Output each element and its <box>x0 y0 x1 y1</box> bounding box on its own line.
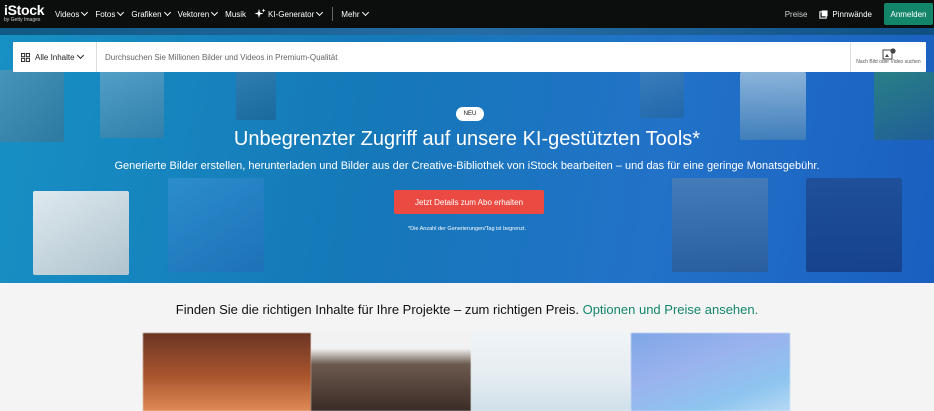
thumbnail-image[interactable] <box>143 333 311 411</box>
visual-search-button[interactable]: Nach Bild oder Video suchen <box>850 42 926 72</box>
nav-fotos[interactable]: Fotos <box>95 8 125 19</box>
nav-vektoren-label: Vektoren <box>177 9 210 19</box>
hero-title: Unbegrenzter Zugriff auf unsere KI-gestü… <box>233 128 701 150</box>
content-type-dropdown[interactable]: Alle Inhalte <box>13 42 97 72</box>
boards-label: Pinnwände <box>832 9 872 19</box>
chevron-down-icon <box>361 8 369 17</box>
signin-button[interactable]: Anmelden <box>884 3 933 25</box>
nav-fotos-label: Fotos <box>95 9 116 19</box>
nav-ki-generator[interactable]: KI-Generator <box>254 8 324 20</box>
hero-banner: Alle Inhalte Nach Bild oder Video suchen… <box>0 28 934 283</box>
logo-wordmark: iStock <box>4 2 45 18</box>
chevron-down-icon <box>76 51 84 60</box>
nav-ki-generator-label: KI-Generator <box>268 9 315 19</box>
account-menu: Preise Pinnwände Anmelden <box>785 0 934 28</box>
chevron-down-icon <box>81 8 89 17</box>
nav-grafiken[interactable]: Grafiken <box>131 8 171 19</box>
top-navigation: iStock by Getty Images Videos Fotos Graf… <box>0 0 934 28</box>
hero-image-tile <box>806 178 902 272</box>
nav-mehr[interactable]: Mehr <box>341 8 369 19</box>
thumbnail-image[interactable] <box>311 333 471 411</box>
thumbnail-image[interactable] <box>471 333 631 411</box>
subscription-cta-button[interactable]: Jetzt Details zum Abo erhalten <box>394 190 544 214</box>
hero-image-tile <box>640 72 684 118</box>
nav-musik[interactable]: Musik <box>225 10 246 19</box>
nav-vektoren[interactable]: Vektoren <box>177 8 219 19</box>
istock-logo[interactable]: iStock by Getty Images <box>4 3 48 25</box>
content-thumbnails <box>143 333 790 411</box>
nav-grafiken-label: Grafiken <box>131 9 162 19</box>
pricing-options-link[interactable]: Optionen und Preise ansehen. <box>583 302 759 317</box>
hero-image-tile <box>33 191 129 275</box>
visual-search-label: Nach Bild oder Video suchen <box>856 59 921 66</box>
pricing-promo-section: Finden Sie die richtigen Inhalte für Ihr… <box>0 283 934 411</box>
nav-musik-label: Musik <box>225 9 247 19</box>
boards-link[interactable]: Pinnwände <box>819 10 872 19</box>
pricing-promo-text: Finden Sie die richtigen Inhalte für Ihr… <box>0 302 934 317</box>
grid-icon <box>21 52 30 62</box>
content-type-label: Alle Inhalte <box>35 52 75 62</box>
hero-disclaimer: *Die Anzahl der Generierungen/Tag ist be… <box>407 226 527 232</box>
pricing-promo-copy: Finden Sie die richtigen Inhalte für Ihr… <box>175 302 579 317</box>
hero-top-strip <box>0 28 934 35</box>
sparkle-icon <box>254 8 266 18</box>
hero-image-tile <box>168 178 264 272</box>
chevron-down-icon <box>117 8 125 17</box>
new-badge: NEU <box>456 107 484 121</box>
chevron-down-icon <box>163 8 171 17</box>
hero-subtitle: Generierte Bilder erstellen, herunterlad… <box>114 160 820 172</box>
nav-divider <box>332 7 334 21</box>
nav-mehr-label: Mehr <box>341 9 360 19</box>
boards-icon <box>819 9 828 19</box>
search-input[interactable] <box>97 42 850 72</box>
thumbnail-image[interactable] <box>631 333 790 411</box>
chevron-down-icon <box>211 8 219 17</box>
nav-videos[interactable]: Videos <box>55 8 89 19</box>
search-bar: Alle Inhalte Nach Bild oder Video suchen <box>13 42 926 72</box>
chevron-down-icon <box>316 8 324 17</box>
hero-image-tile <box>236 72 276 120</box>
pricing-link[interactable]: Preise <box>785 10 808 19</box>
main-menu: Videos Fotos Grafiken Vektoren Musik KI-… <box>55 0 376 28</box>
nav-videos-label: Videos <box>55 9 80 19</box>
hero-image-tile <box>672 178 768 272</box>
